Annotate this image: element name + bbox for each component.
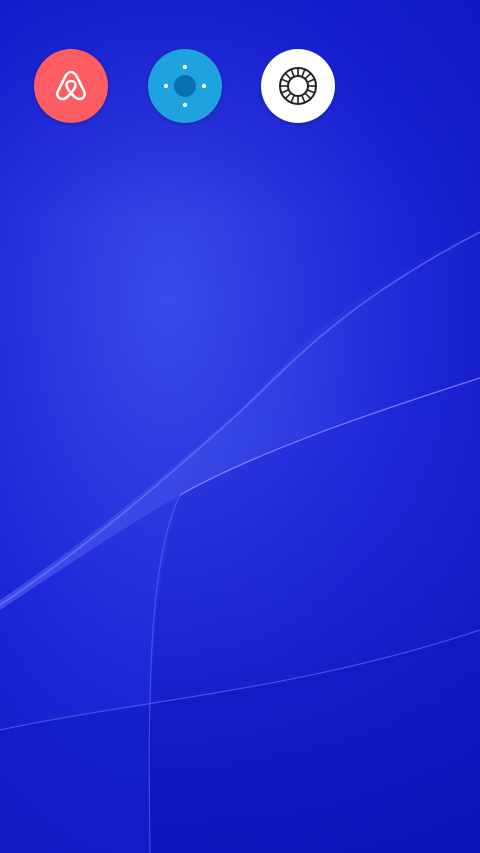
airbnb-logo-icon [56,70,86,101]
app-row [0,0,480,140]
remote-control-icon [163,64,207,108]
vsco-lens-icon [279,67,317,105]
remote-app-icon[interactable] [148,49,222,123]
airbnb-app-icon[interactable] [34,49,108,123]
vsco-app-icon[interactable] [261,49,335,123]
home-screen [0,0,480,853]
